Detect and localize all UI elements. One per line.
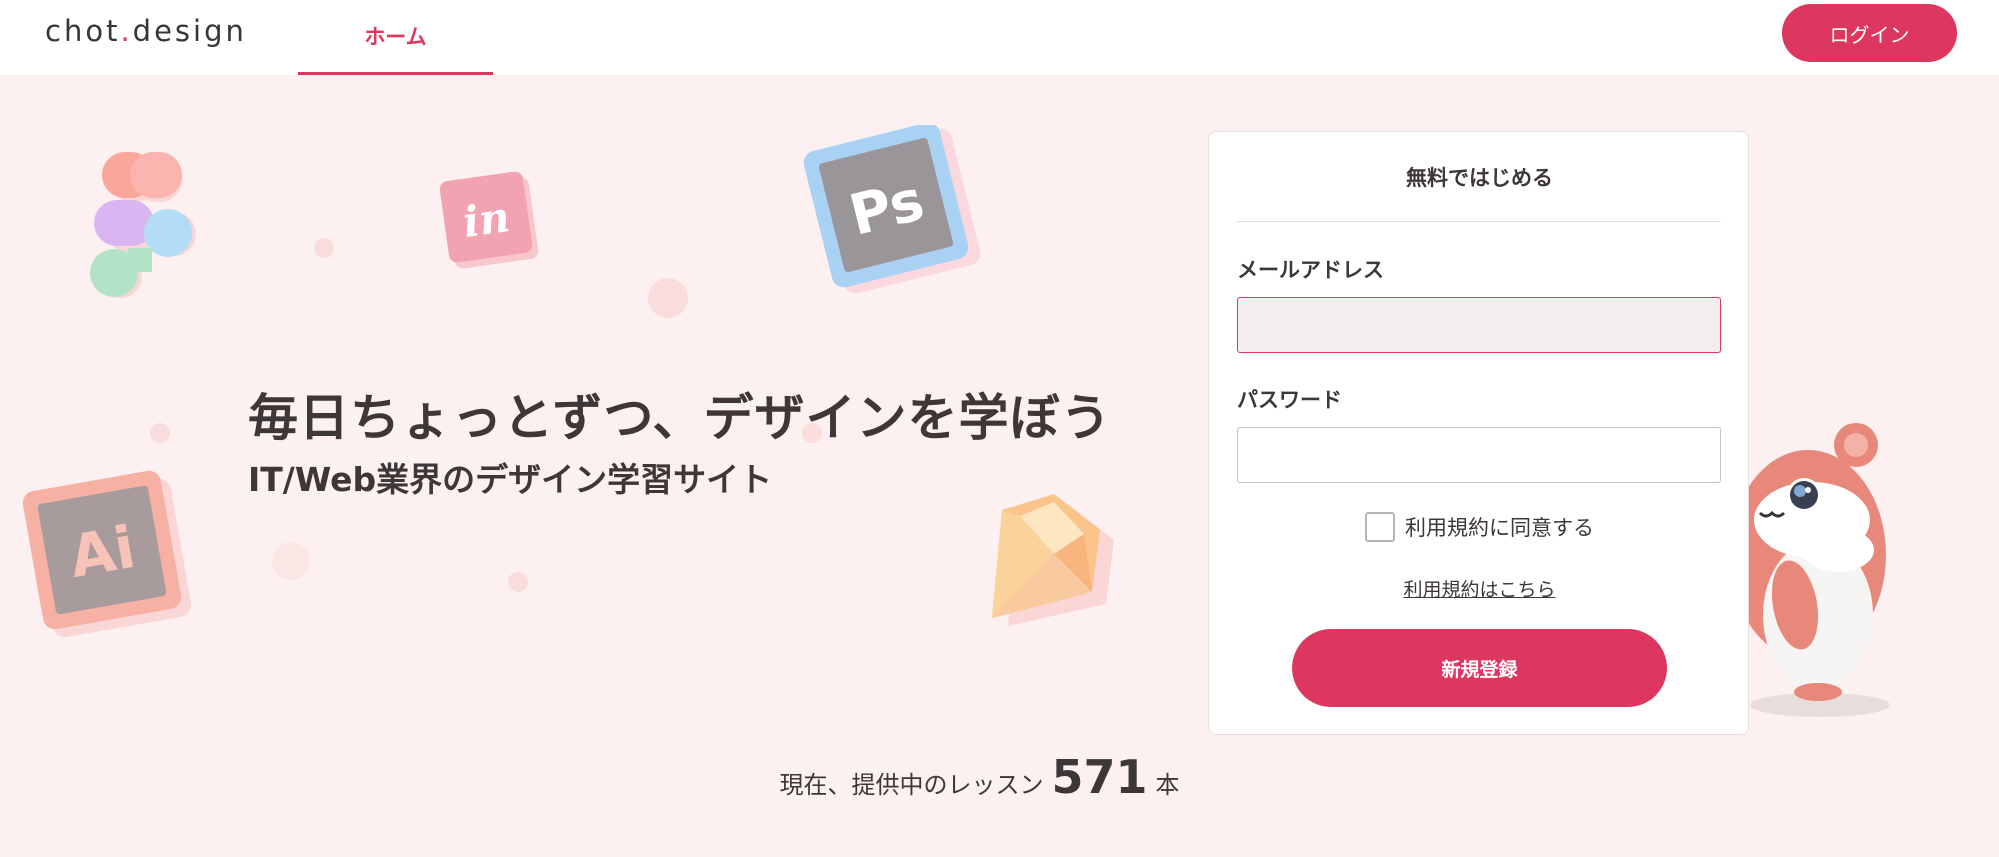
hero-title: 毎日ちょっとずつ、デザインを学ぼう [248, 389, 1112, 447]
terms-checkbox[interactable] [1365, 512, 1395, 542]
email-field[interactable] [1237, 297, 1721, 353]
lesson-count-number: 571 [1051, 750, 1148, 804]
site-header: chot.design ホーム ログイン [0, 0, 1999, 75]
signup-button[interactable]: 新規登録 [1292, 629, 1667, 707]
email-label: メールアドレス [1237, 258, 1384, 282]
photoshop-icon: Ps [803, 125, 981, 294]
signup-card: 無料ではじめる メールアドレス パスワード 利用規約に同意する 利用規約はこちら… [1208, 131, 1749, 735]
logo-text-chot: chot [45, 14, 121, 48]
password-field[interactable] [1237, 427, 1721, 483]
illustrator-icon: Ai [22, 470, 192, 638]
terms-link[interactable]: 利用規約はこちら [1209, 575, 1750, 602]
card-divider [1237, 221, 1721, 222]
nav-home-tab[interactable]: ホーム [298, 0, 493, 75]
terms-agreement: 利用規約に同意する [1209, 512, 1750, 542]
lesson-count-prefix: 現在、提供中のレッスン [779, 771, 1044, 799]
lesson-count-unit: 本 [1155, 771, 1180, 799]
invision-icon: in [439, 172, 539, 269]
login-button[interactable]: ログイン [1782, 4, 1957, 62]
decor-bubble [508, 572, 528, 592]
lesson-count: 現在、提供中のレッスン 571 本 [0, 750, 1999, 804]
hero-subtitle: IT/Web業界のデザイン学習サイト [248, 460, 773, 499]
sketch-gem-icon [992, 494, 1114, 626]
decor-bubble [150, 423, 170, 443]
decor-bubble [314, 238, 334, 258]
password-label: パスワード [1237, 388, 1342, 412]
decor-bubble [272, 542, 310, 580]
logo-text-design: design [132, 14, 247, 48]
terms-agreement-label[interactable]: 利用規約に同意する [1405, 512, 1594, 542]
signup-card-title: 無料ではじめる [1406, 166, 1553, 190]
decor-bubble [648, 278, 688, 318]
invision-icon-text: in [460, 192, 513, 247]
figma-icon [90, 152, 196, 298]
logo-dot: . [120, 14, 133, 48]
illustrator-icon-text: Ai [65, 513, 141, 591]
site-logo[interactable]: chot.design [45, 14, 247, 48]
